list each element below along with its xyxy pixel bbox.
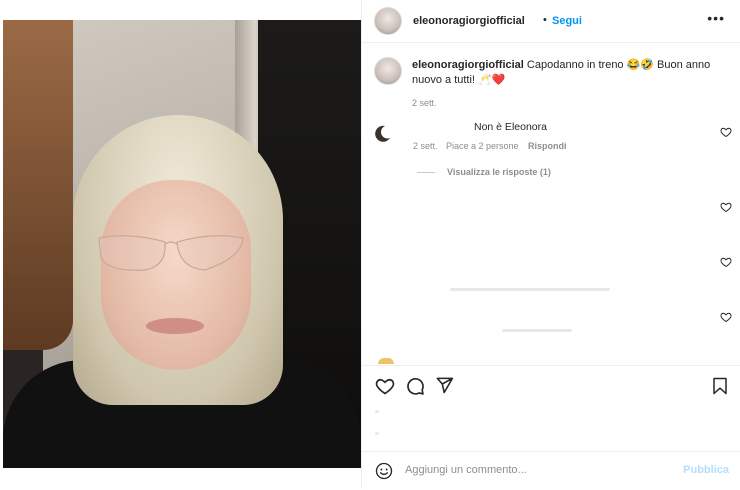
- more-icon[interactable]: •••: [707, 10, 725, 26]
- post-date-row: [375, 432, 379, 435]
- post-header: eleonoragiorgiofficial • Segui •••: [362, 0, 740, 43]
- publish-button[interactable]: Pubblica: [683, 464, 729, 476]
- photo-face: [101, 180, 251, 370]
- author-avatar[interactable]: [374, 7, 402, 35]
- share-icon[interactable]: [435, 376, 454, 395]
- hidden-comment-row: [502, 329, 572, 332]
- replies-divider: [417, 172, 435, 173]
- comment-input[interactable]: Aggiungi un commento...: [405, 464, 527, 476]
- likes-summary-row: [375, 410, 379, 413]
- emoji-icon[interactable]: [375, 462, 393, 480]
- comment-like-heart-icon[interactable]: [720, 311, 732, 323]
- hidden-comment-row: [450, 288, 610, 291]
- photo-glasses: [98, 235, 244, 271]
- photo-seat: [3, 20, 73, 350]
- action-bar: [362, 365, 740, 406]
- photo-lips: [146, 318, 204, 334]
- view-replies-button[interactable]: Visualizza le risposte (1): [447, 167, 551, 177]
- follow-button[interactable]: Segui: [552, 15, 582, 27]
- likes-area: [362, 405, 740, 451]
- caption-username[interactable]: eleonoragiorgiofficial: [412, 59, 524, 71]
- comment-text: Non è Eleonora: [474, 121, 547, 133]
- comment-likes[interactable]: Piace a 2 persone: [446, 141, 519, 151]
- bookmark-icon[interactable]: [711, 376, 729, 396]
- comment-like-heart-icon[interactable]: [720, 256, 732, 268]
- comment-icon[interactable]: [405, 376, 425, 396]
- comment-reply-button[interactable]: Rispondi: [528, 141, 567, 151]
- post-side-panel: eleonoragiorgiofficial • Segui ••• eleon…: [361, 0, 740, 489]
- comment-time[interactable]: 2 sett.: [413, 141, 438, 151]
- post-photo[interactable]: [3, 20, 361, 468]
- commenter-avatar-icon[interactable]: [374, 124, 392, 142]
- caption: eleonoragiorgiofficial Capodanno in tren…: [412, 58, 712, 111]
- header-separator: •: [543, 14, 547, 26]
- add-comment-bar: Aggiungi un commento... Pubblica: [362, 451, 740, 490]
- caption-avatar[interactable]: [374, 57, 402, 85]
- comment-like-heart-icon[interactable]: [720, 201, 732, 213]
- like-heart-icon[interactable]: [375, 376, 395, 396]
- partial-avatar-icon: [378, 358, 394, 364]
- author-username[interactable]: eleonoragiorgiofficial: [413, 15, 525, 27]
- caption-time[interactable]: 2 sett.: [412, 96, 712, 111]
- comment-like-heart-icon[interactable]: [720, 126, 732, 138]
